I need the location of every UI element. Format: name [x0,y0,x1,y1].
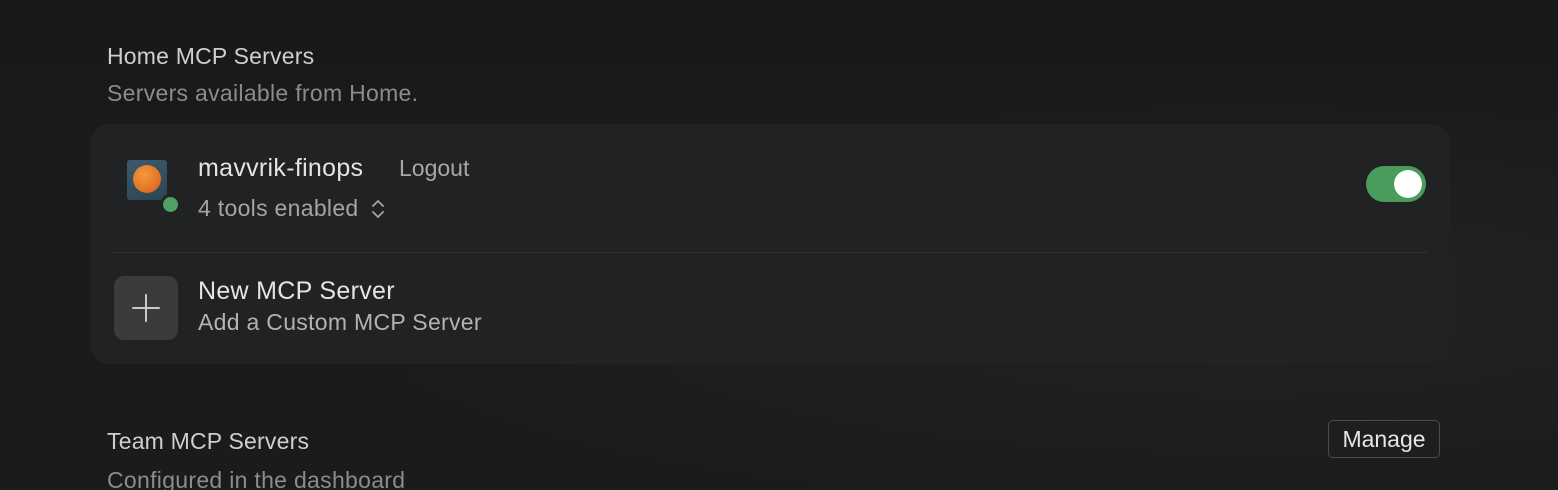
home-servers-card: mavvrik-finops Logout 4 tools enabled Ne… [90,124,1450,364]
new-mcp-server-button[interactable]: New MCP Server Add a Custom MCP Server [90,253,1450,364]
status-connected-icon [160,194,181,215]
team-section-title: Team MCP Servers [107,428,310,454]
server-logo-icon [127,160,167,200]
home-section-subtitle: Servers available from Home. [107,80,419,106]
plus-icon [132,294,160,322]
tools-enabled-selector[interactable]: 4 tools enabled [198,195,385,222]
server-enabled-toggle[interactable] [1366,166,1426,202]
team-section-subtitle: Configured in the dashboard [107,467,406,490]
server-name: mavvrik-finops [198,154,364,182]
server-avatar [127,160,181,215]
new-server-title: New MCP Server [198,277,395,305]
server-row: mavvrik-finops Logout 4 tools enabled [90,124,1450,252]
new-server-subtitle: Add a Custom MCP Server [198,309,482,335]
tools-enabled-label: 4 tools enabled [198,195,359,221]
plus-icon-box [114,276,178,340]
toggle-knob [1394,170,1422,198]
mcp-settings-page: Home MCP Servers Servers available from … [0,0,1558,490]
logout-button[interactable]: Logout [399,155,469,182]
home-section-title: Home MCP Servers [107,43,315,69]
chevron-up-down-icon [371,198,385,220]
manage-button[interactable]: Manage [1328,420,1440,458]
